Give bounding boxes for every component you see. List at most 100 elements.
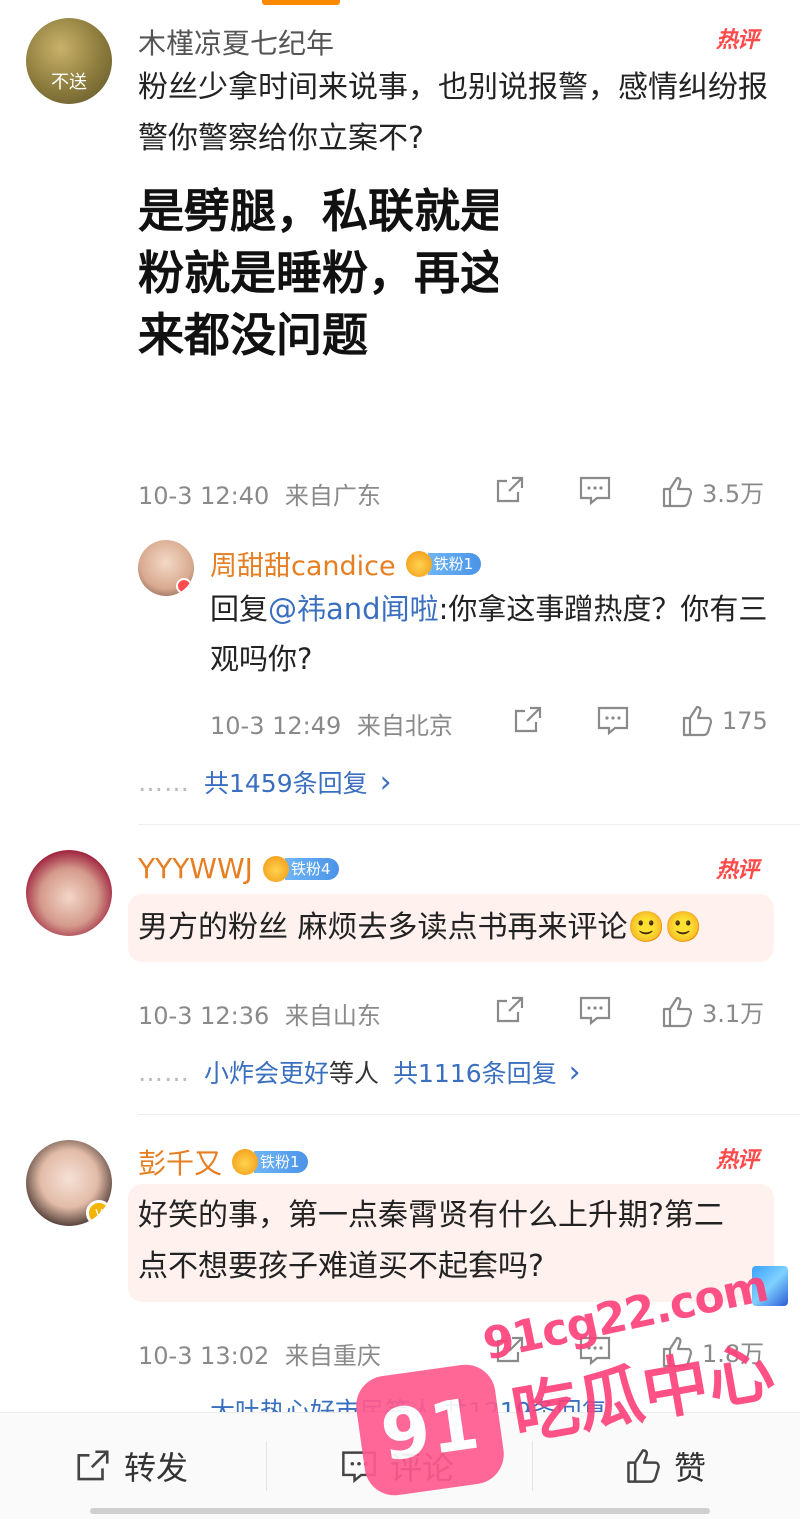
comment-location: 来自山东 [284,1002,381,1030]
reply-like-button[interactable]: 175 [680,704,768,738]
fan-badge-label: 铁粉1 [427,552,482,575]
more-replies-link[interactable]: …… 共1459条回复 › [138,764,392,800]
more-replies-count: 共1459条回复 [204,769,368,798]
crown-icon [262,855,289,882]
more-replies-dots: …… [138,1057,190,1087]
hot-comment-badge: 热评 [715,28,759,53]
comment-meta: 10-3 12:40 来自广东 [138,476,381,511]
comment-meta: 10-3 12:36 来自山东 [138,996,381,1031]
reply-username[interactable]: 周甜甜candice [210,544,396,583]
like-count: 1.8万 [702,1340,765,1368]
more-replies-link-partial[interactable]: 大吐热心好市民等人 共1219条回复 [210,1392,607,1412]
thumbs-up-icon [682,705,713,737]
reply-button[interactable] [578,474,612,506]
share-icon [496,996,524,1023]
like-count: 3.1万 [702,1000,765,1028]
reply-button[interactable] [578,1334,612,1366]
forward-button[interactable]: 转发 [74,1443,188,1489]
share-button[interactable] [494,474,526,506]
hot-comment-badge: 热评 [715,1148,759,1173]
comment-date: 10-3 12:36 [138,1002,270,1030]
thumbs-up-icon [662,476,693,507]
fan-badge: 铁粉1 [405,550,482,577]
username[interactable]: 木槿凉夏七纪年 [138,22,334,62]
avatar[interactable]: v [26,1140,112,1226]
username[interactable]: YYYWWJ [138,852,253,885]
reply-share-button[interactable] [512,704,544,736]
comment-button[interactable]: 评论 [340,1443,454,1489]
crown-icon [405,550,432,577]
verified-icon: v [86,1200,112,1226]
reply-date: 10-3 12:49 [210,712,342,740]
reply-username-row: 周甜甜candice 铁粉1 [210,544,482,583]
like-button[interactable]: 3.5万 [660,474,764,509]
like-button[interactable]: 3.1万 [660,994,764,1029]
share-icon [514,706,542,733]
comment-text: 粉丝少拿时间来说事，也别说报警，感情纠纷报警你警察给你立案不? [138,70,768,156]
comment-icon [579,996,611,1026]
reply-text: 回复@祎and闻啦:你拿这事蹭热度？你有三观吗你? [210,584,780,684]
like-button[interactable]: 赞 [624,1443,706,1489]
avatar-label: 不送 [51,72,87,93]
username[interactable]: 彭千又 [138,1142,222,1182]
chevron-right-icon: › [379,764,392,800]
username-row: YYYWWJ 铁粉4 [138,852,339,885]
like-count: 3.5万 [702,480,765,508]
comment-location: 来自重庆 [284,1342,381,1370]
like-button[interactable]: 1.8万 [660,1334,764,1369]
share-button[interactable] [494,994,526,1026]
fan-badge: 铁粉1 [232,1149,308,1175]
share-button[interactable] [494,1334,526,1366]
crown-icon [232,1149,259,1175]
divider [138,824,800,825]
comment-label: 评论 [390,1449,455,1487]
reply-comment-button[interactable] [596,704,630,736]
image-text-line: 来都没问题 [138,308,368,362]
like-count: 175 [722,707,768,735]
avatar[interactable]: 不送 [26,18,112,104]
divider [266,1441,267,1491]
comment-icon [597,706,629,736]
divider [138,1114,800,1115]
sticker-image[interactable] [752,1266,788,1306]
comment-image[interactable]: 是劈腿，私联就是 粉就是睡粉，再这 来都没问题 [138,180,498,400]
fan-badge-label: 铁粉1 [254,1151,308,1173]
image-text-line: 粉就是睡粉，再这 [138,246,498,300]
thumbs-up-icon [662,1336,693,1367]
more-replies-text: 大吐热心好市民等人 共1219条回复 [210,1397,607,1412]
image-text-line: 是劈腿，私联就是 [138,184,498,238]
more-replies-dots: …… [138,767,190,797]
share-icon [77,1450,109,1481]
vip-icon [176,578,192,594]
top-tab-indicator [262,0,340,5]
reply-etc: 等人 [329,1059,380,1088]
reply-prefix: 回复 [210,592,269,626]
comment-location: 来自广东 [284,482,381,510]
share-icon [496,476,524,503]
reply-avatar[interactable] [138,540,194,596]
more-replies-count: 共1116条回复 [393,1059,557,1088]
comment-icon [342,1451,376,1484]
reply-names: 小炸会更好 [204,1059,330,1088]
thumbs-up-icon [662,996,693,1027]
bottom-action-bar: 转发 评论 赞 [0,1412,800,1519]
more-replies-link[interactable]: …… 小炸会更好 等人 共1116条回复 › [138,1054,581,1090]
username-row: 彭千又 铁粉1 [138,1142,308,1182]
comment-icon [579,1336,611,1366]
reply-button[interactable] [578,994,612,1026]
fan-badge: 铁粉4 [262,855,339,882]
comment-date: 10-3 13:02 [138,1342,270,1370]
comment-text: 男方的粉丝 麻烦去多读点书再来评论🙂🙂 [138,910,703,945]
comment-date: 10-3 12:40 [138,482,270,510]
comment-meta: 10-3 13:02 来自重庆 [138,1336,381,1371]
comment-icon [579,476,611,506]
chevron-right-icon: › [568,1054,581,1090]
comment-text: 好笑的事，第一点秦霄贤有什么上升期?第二点不想要孩子难道买不起套吗? [138,1198,724,1284]
avatar[interactable] [26,850,112,936]
thumbs-up-icon [627,1449,660,1483]
share-icon [496,1336,524,1363]
like-label: 赞 [674,1449,707,1487]
reply-location: 来自北京 [356,712,453,740]
mention-link[interactable]: @祎and闻啦 [268,592,439,626]
fan-badge-label: 铁粉4 [284,857,339,880]
